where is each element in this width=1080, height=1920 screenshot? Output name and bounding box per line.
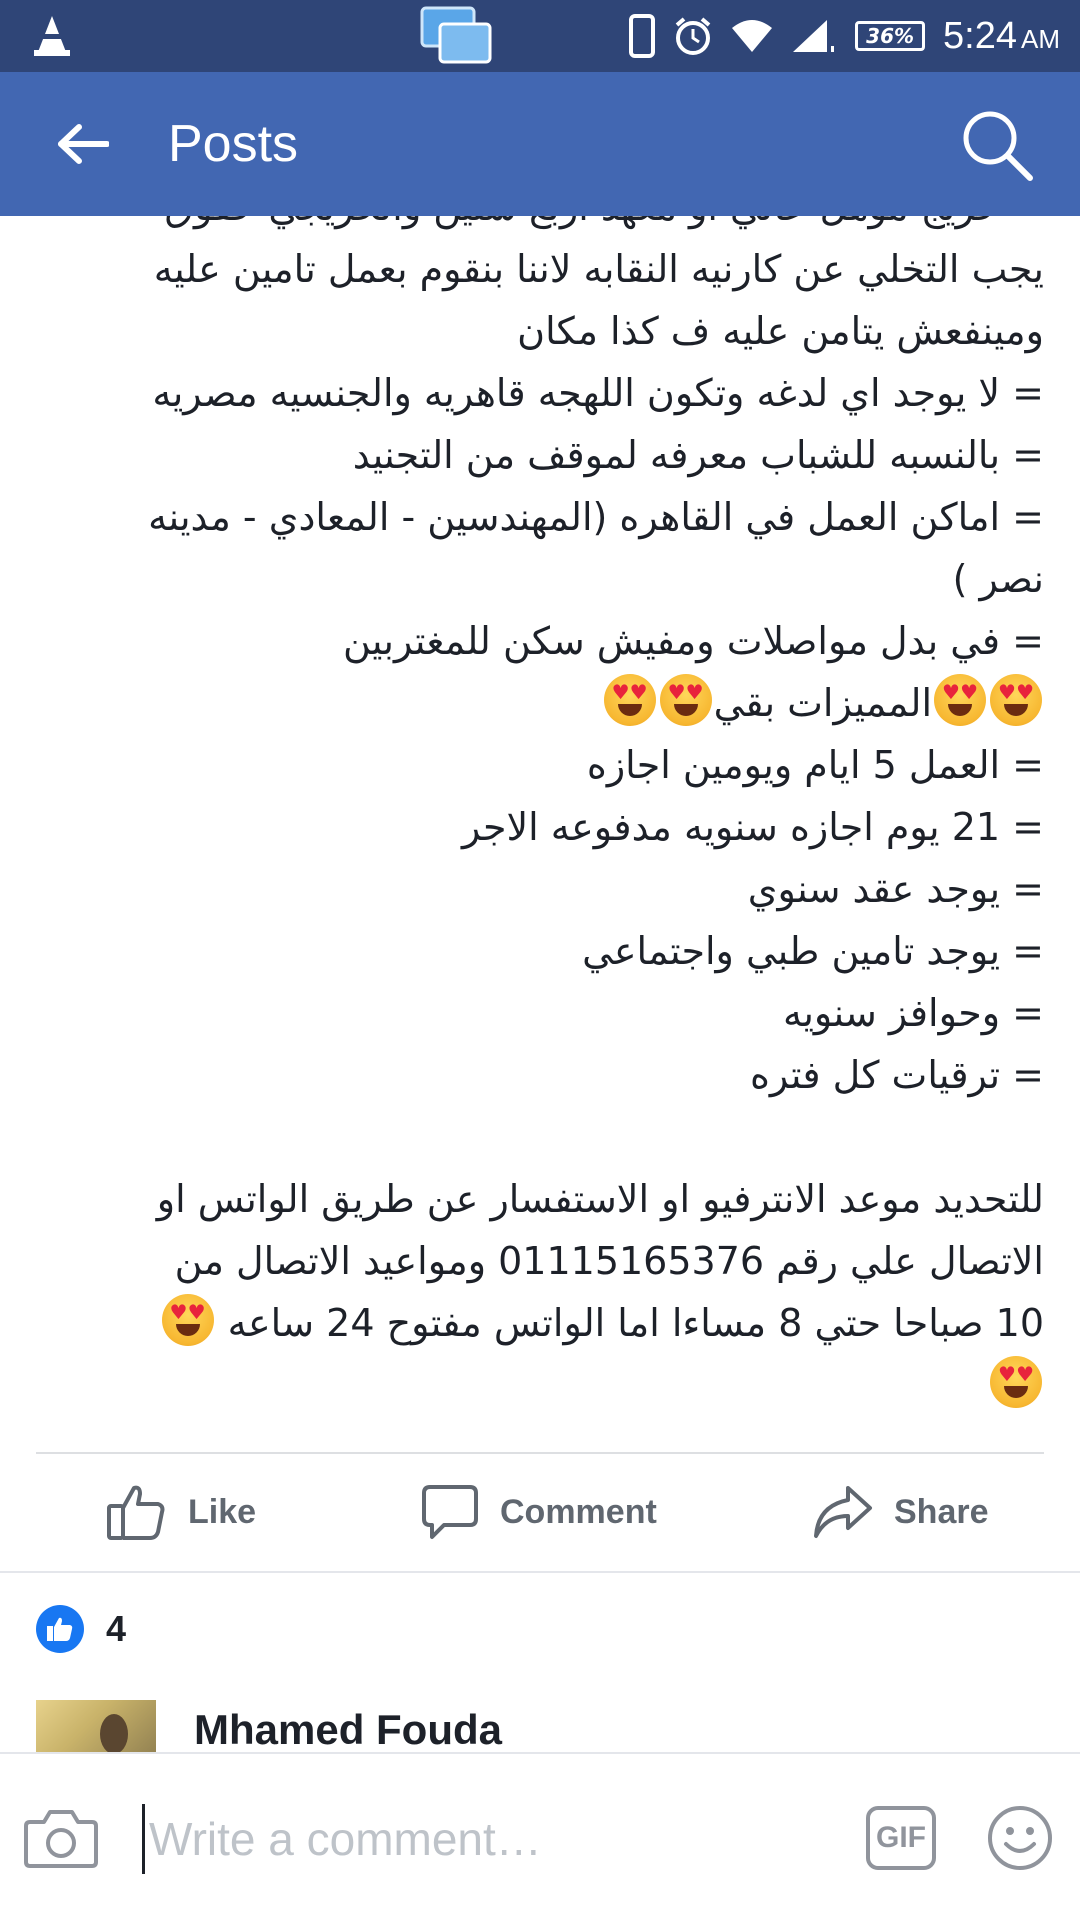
wifi-icon	[732, 20, 773, 52]
vlc-cone-icon	[30, 14, 74, 58]
comment-button[interactable]: Comment	[420, 1477, 657, 1547]
avatar[interactable]	[36, 1700, 156, 1752]
heart-eyes-emoji-icon	[990, 1356, 1042, 1408]
like-reaction-icon	[36, 1605, 84, 1653]
heart-eyes-emoji-icon	[161, 1294, 214, 1346]
comment-composer: GIF	[0, 1752, 1080, 1920]
status-bar: 36% 5:24 AM	[0, 0, 1080, 72]
post-line: = لا يوجد اي لدغه وتكون اللهجه قاهريه وا…	[152, 371, 1044, 415]
post-line-emoji	[24, 1354, 1044, 1416]
reactions-summary[interactable]: 4	[36, 1605, 126, 1653]
signal-icon	[793, 20, 835, 52]
share-label: Share	[894, 1492, 989, 1531]
search-button[interactable]	[960, 108, 1036, 184]
heart-eyes-emoji-icon	[934, 674, 986, 726]
back-button[interactable]	[48, 112, 118, 176]
arrow-left-icon	[58, 124, 109, 164]
post-body: = خريج موهل عالي او معهد اربع سنين والخر…	[0, 216, 1080, 1451]
post-line: = خريج موهل عالي او معهد اربع سنين والخر…	[24, 216, 1044, 238]
comment-label: Comment	[500, 1492, 657, 1531]
clock-time: 5:24	[943, 14, 1017, 57]
gif-label: GIF	[876, 1821, 926, 1854]
phone-icon	[629, 14, 656, 58]
heart-eyes-emoji-icon	[603, 674, 656, 726]
post-line: = وحوافز سنويه	[782, 991, 1044, 1035]
divider	[0, 1571, 1080, 1573]
post-line: للتحديد موعد الانترفيو او الاستفسار عن ط…	[156, 1177, 1044, 1221]
post-text: = خريج موهل عالي او معهد اربع سنين والخر…	[24, 216, 1044, 1416]
post-actions: Like Comment Share	[0, 1455, 1080, 1571]
clock: 5:24 AM	[943, 15, 1060, 58]
hours-text: 10 صباحا حتي 8 مساءا اما الواتس مفتوح 24…	[227, 1301, 1044, 1345]
gif-button[interactable]: GIF	[866, 1806, 936, 1870]
post-line: = يوجد تامين طبي واجتماعي	[582, 929, 1044, 973]
screen-mirror-icon	[420, 6, 492, 70]
comment-author[interactable]: Mhamed Fouda	[194, 1706, 502, 1752]
post-line: يجب التخلي عن كارنيه النقابه لاننا بنقوم…	[153, 247, 1044, 291]
speech-bubble-icon	[422, 1485, 478, 1539]
post-line: = ترقيات كل فتره	[750, 1053, 1044, 1097]
comment-item: Mhamed Fouda	[36, 1700, 1044, 1752]
smiley-icon	[988, 1806, 1052, 1870]
post-line: = يوجد عقد سنوي	[747, 867, 1044, 911]
post-line: ومينفعش يتامن عليه ف كذا مكان	[517, 309, 1044, 353]
post-line-hours: 10 صباحا حتي 8 مساءا اما الواتس مفتوح 24…	[24, 1292, 1044, 1354]
heart-eyes-emoji-icon	[659, 674, 712, 726]
reaction-count: 4	[106, 1608, 127, 1649]
emoji-button[interactable]	[986, 1804, 1054, 1872]
features-heading: المميزات بقي	[713, 681, 932, 725]
share-arrow-icon	[814, 1486, 872, 1538]
post-line: الاتصال علي رقم 01115165376 ومواعيد الات…	[174, 1239, 1044, 1283]
battery-icon: 36%	[855, 21, 926, 51]
page-title: Posts	[168, 115, 299, 173]
post-line: = 21 يوم اجازه سنويه مدفوعه الاجر	[461, 805, 1044, 849]
search-icon	[963, 111, 1033, 181]
heart-eyes-emoji-icon	[990, 674, 1042, 726]
camera-icon	[24, 1810, 98, 1868]
thumbs-up-icon	[107, 1485, 165, 1540]
app-bar: Posts	[0, 72, 1080, 216]
post-line: = العمل 5 ايام ويومين اجازه	[586, 743, 1044, 787]
alarm-icon	[675, 17, 711, 55]
share-button[interactable]: Share	[812, 1477, 989, 1547]
comment-input[interactable]	[142, 1804, 842, 1874]
post-line: = اماكن العمل في القاهره (المهندسين - ال…	[148, 495, 1044, 539]
clock-ampm: AM	[1021, 23, 1060, 54]
like-label: Like	[188, 1492, 257, 1531]
divider	[36, 1452, 1044, 1454]
camera-button[interactable]	[24, 1806, 98, 1870]
post-line: نصر )	[952, 557, 1044, 601]
battery-level: 36%	[866, 24, 915, 48]
post-line: = بالنسبه للشباب معرفه لموقف من التجنيد	[352, 433, 1044, 477]
post-line-features: المميزات بقي	[24, 672, 1044, 734]
like-button[interactable]: Like	[106, 1477, 256, 1547]
post-line: = في بدل مواصلات ومفيش سكن للمغتربين	[343, 619, 1044, 663]
